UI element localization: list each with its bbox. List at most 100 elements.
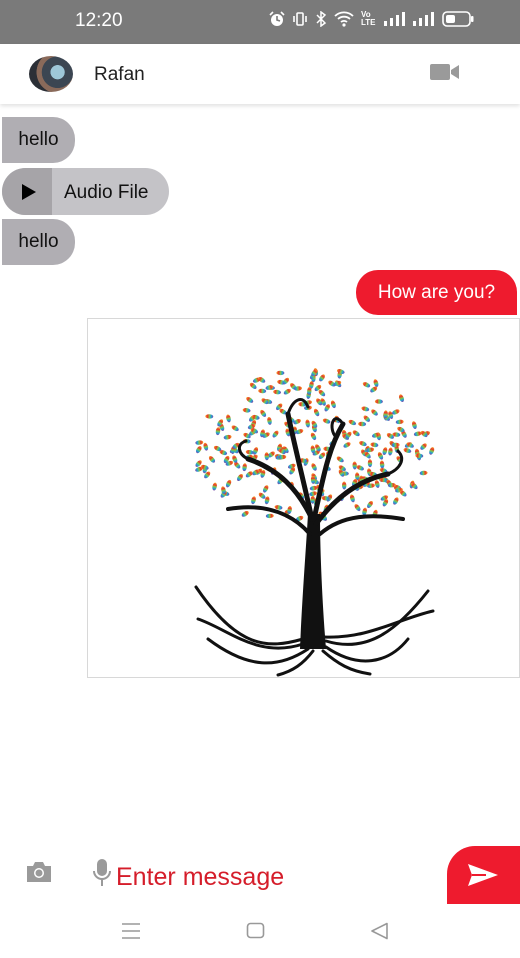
leaf xyxy=(237,474,243,481)
leaf xyxy=(379,460,385,469)
leaf xyxy=(363,415,371,422)
leaf xyxy=(231,425,239,432)
leaf xyxy=(412,421,417,429)
leaf xyxy=(305,419,310,428)
message-bubble-outgoing[interactable]: How are you? xyxy=(356,270,517,315)
leaf xyxy=(429,447,435,455)
leaf xyxy=(208,456,216,463)
play-button[interactable] xyxy=(2,168,52,215)
leaf xyxy=(420,443,427,450)
leaf xyxy=(371,409,378,416)
leaf xyxy=(260,409,267,417)
leaf xyxy=(356,465,364,471)
leaf xyxy=(205,414,214,419)
menu-icon[interactable] xyxy=(121,922,141,940)
leaf xyxy=(242,408,251,413)
message-input[interactable] xyxy=(116,858,436,896)
message-bubble-incoming[interactable]: hello xyxy=(2,117,75,163)
leaf xyxy=(403,448,412,453)
leaf xyxy=(212,482,217,491)
leaf xyxy=(203,442,209,451)
leaf xyxy=(223,434,232,440)
leaf xyxy=(264,452,270,461)
leaf xyxy=(373,379,379,387)
leaf xyxy=(336,456,344,463)
message-bubble-incoming[interactable]: hello xyxy=(2,219,75,265)
status-icons: Vo LTE xyxy=(269,11,474,27)
signal-icon xyxy=(384,12,405,26)
vibrate-icon xyxy=(293,12,307,26)
image-message[interactable] xyxy=(87,318,520,678)
video-call-icon[interactable] xyxy=(428,60,462,84)
leaf xyxy=(322,418,331,424)
leaf xyxy=(258,388,267,394)
leaf xyxy=(252,447,259,455)
leaf xyxy=(374,480,380,488)
leaf xyxy=(382,447,388,456)
leaf xyxy=(311,463,317,471)
send-button[interactable] xyxy=(447,846,520,904)
leaf xyxy=(310,432,317,441)
leaf xyxy=(241,511,249,517)
leaf xyxy=(350,494,355,503)
leaf xyxy=(293,419,301,425)
message-text: hello xyxy=(18,231,59,252)
contact-name[interactable]: Rafan xyxy=(94,64,145,86)
leaf xyxy=(341,481,347,490)
message-text: hello xyxy=(18,129,59,150)
leaf xyxy=(367,459,373,468)
leaf xyxy=(195,446,202,454)
leaf xyxy=(262,485,269,493)
tree-image xyxy=(194,368,435,677)
leaf xyxy=(398,394,405,403)
leaf xyxy=(249,382,257,390)
leaf xyxy=(283,388,291,395)
leaf xyxy=(195,440,204,445)
send-icon xyxy=(468,864,498,886)
status-bar: 12:20 Vo LTE xyxy=(0,0,520,44)
audio-message[interactable]: Audio File xyxy=(2,168,169,215)
leaf xyxy=(413,431,422,437)
message-text: How are you? xyxy=(377,282,496,303)
leaf xyxy=(251,496,256,505)
leaf xyxy=(246,396,254,403)
leaf xyxy=(276,370,285,376)
leaf xyxy=(242,463,247,472)
leaf xyxy=(225,479,232,488)
leaf xyxy=(354,504,361,512)
leaf xyxy=(273,389,282,395)
mic-icon[interactable] xyxy=(92,858,112,888)
leaf xyxy=(319,374,325,382)
home-icon[interactable] xyxy=(246,922,266,940)
play-icon xyxy=(22,184,36,200)
signal-icon xyxy=(413,12,434,26)
leaf xyxy=(367,501,373,508)
back-icon[interactable] xyxy=(370,922,390,940)
leaf xyxy=(361,406,370,412)
status-time: 12:20 xyxy=(75,10,123,31)
battery-icon xyxy=(442,11,474,27)
leaf xyxy=(370,442,379,448)
leaf xyxy=(348,419,357,426)
alarm-icon xyxy=(269,11,285,26)
leaf xyxy=(313,408,320,417)
leaf xyxy=(272,430,279,438)
leaf xyxy=(388,447,393,456)
leaf xyxy=(245,449,254,455)
camera-icon[interactable] xyxy=(24,860,54,884)
wifi-icon xyxy=(334,11,354,27)
leaf xyxy=(258,492,266,499)
volte-icon: Vo LTE xyxy=(361,10,376,27)
leaf xyxy=(395,419,404,425)
leaf xyxy=(362,382,371,388)
leaf xyxy=(352,430,360,437)
leaf xyxy=(226,414,231,423)
leaf xyxy=(309,491,318,497)
audio-label: Audio File xyxy=(64,182,149,203)
chat-header: Rafan xyxy=(0,44,520,104)
leaf xyxy=(267,416,272,425)
avatar[interactable] xyxy=(29,56,73,92)
leaf xyxy=(330,400,336,409)
leaf xyxy=(419,470,428,476)
leaf xyxy=(393,497,399,505)
